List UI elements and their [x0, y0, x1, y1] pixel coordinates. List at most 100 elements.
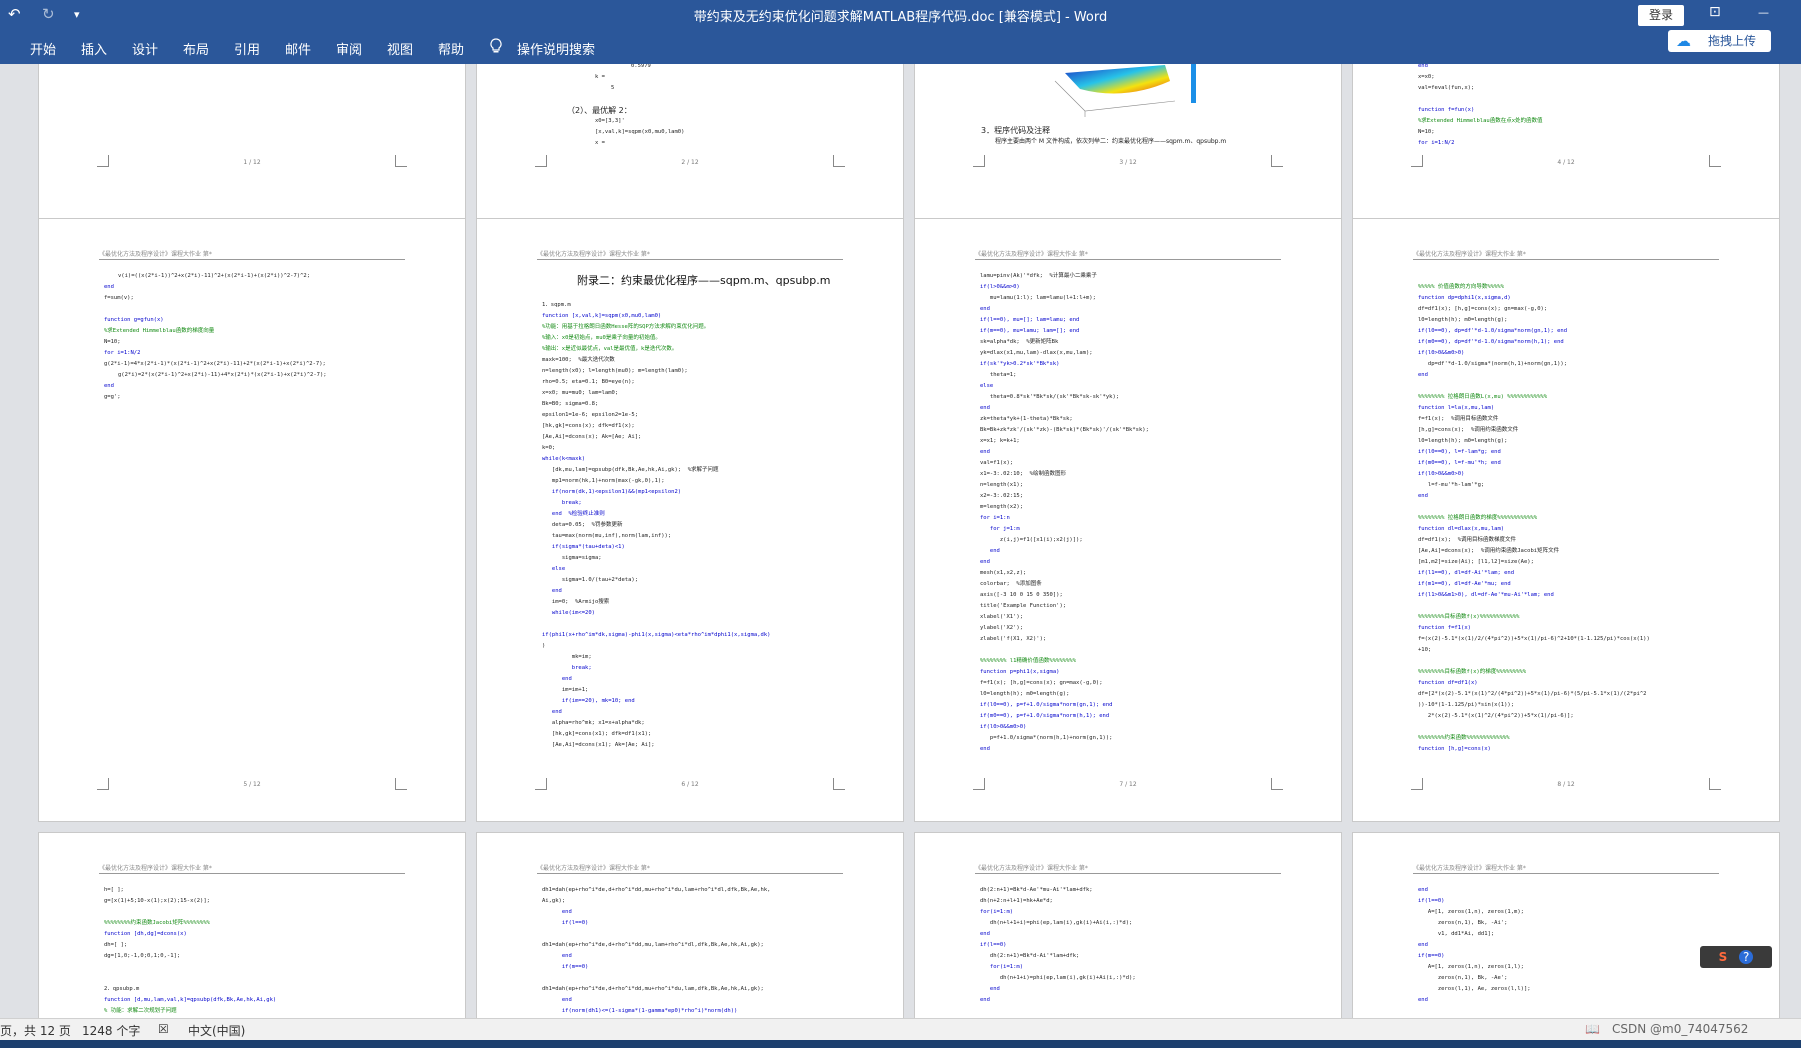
tab-design[interactable]: 设计	[132, 39, 158, 58]
code-line: l=f-mu'*h-lam'*g;	[1418, 482, 1485, 488]
help-icon[interactable]: ?	[1739, 950, 1754, 964]
page-10[interactable]: 《最优化方法及程序设计》课程大作业 第* dh1=dah(ep+rho^i*de…	[476, 832, 904, 1018]
language-indicator[interactable]: 中文(中国)	[188, 1022, 245, 1039]
code-line: epsilon1=1e-6; epsilon2=1e-5;	[542, 412, 639, 418]
code-line: end	[980, 931, 990, 937]
page-9[interactable]: 《最优化方法及程序设计》课程大作业 第* h=[ ]; g=[x(1)+5;10-…	[38, 832, 466, 1018]
code-line: function [x,val,k]=sqpm(x0,mu0,lam0)	[542, 313, 662, 319]
code-line: while(im<=20)	[542, 610, 595, 616]
code-line: end	[542, 709, 562, 715]
code-line: end	[980, 548, 1000, 554]
code-line: end	[1418, 493, 1428, 499]
page-6[interactable]: 《最优化方法及程序设计》课程大作业 第* 附录二：约束最优化程序——sqpm.m…	[476, 218, 904, 822]
code-line: dh(n+l+1+i)=phi(ep,lam(i),gk(i)+Ai(i,:)*…	[980, 920, 1133, 926]
code-line: %%%%%%%%约束函数%%%%%%%%%%%%%	[1418, 735, 1510, 741]
proofing-icon[interactable]: ☒	[158, 1022, 169, 1036]
tab-references[interactable]: 引用	[234, 39, 260, 58]
code-line: A=[1, zeros(1,n), zeros(1,m);	[1418, 909, 1524, 915]
code-line: if(l==0)	[980, 942, 1007, 948]
code-line: function [dh,dg]=dcons(x)	[104, 931, 187, 937]
code-line: rho=0.5; eta=0.1; B0=eye(n);	[542, 379, 635, 385]
code-line: yk=dlax(x1,mu,lam)-dlax(x,mu,lam);	[980, 350, 1093, 356]
corner-mark	[1411, 155, 1423, 167]
sogou-icon[interactable]: S	[1719, 950, 1728, 964]
login-button[interactable]: 登录	[1638, 5, 1684, 26]
code-line: end	[542, 676, 572, 682]
code-line: end	[1418, 997, 1428, 1003]
tab-review[interactable]: 审阅	[336, 39, 362, 58]
code-line: Bk=B0; sigma=0.8;	[542, 401, 599, 407]
tab-mailings[interactable]: 邮件	[285, 39, 311, 58]
tab-view[interactable]: 视图	[387, 39, 413, 58]
code-line: dh1=dah(ep+rho^i*de,d+rho^i*dd,mu,lam+rh…	[542, 942, 764, 948]
header-rule	[1413, 259, 1719, 260]
code-line: function [h,g]=cons(x)	[1418, 746, 1491, 752]
code-line: end	[980, 997, 990, 1003]
tell-me-search[interactable]: 操作说明搜索	[517, 39, 595, 58]
code-line: if(l==0)	[1418, 898, 1445, 904]
code-line: dg=[1,0;-1,0;0,1;0,-1];	[104, 953, 181, 959]
page-count[interactable]: 页，共 12 页	[0, 1022, 71, 1039]
code-line: for(i=1:m)	[980, 964, 1024, 970]
tab-layout[interactable]: 布局	[183, 39, 209, 58]
read-mode-icon[interactable]: 📖	[1585, 1022, 1600, 1036]
ribbon-display-options-icon[interactable]: ⊡	[1709, 4, 1721, 20]
title-bar: ↶ ↻ ▾ 带约束及无约束优化问题求解MATLAB程序代码.doc [兼容模式]…	[0, 0, 1801, 30]
code-line: if(l==0)	[542, 920, 589, 926]
tab-help[interactable]: 帮助	[438, 39, 464, 58]
code-line: %%%%%%%% 拉格朗日函数L(x,mu) %%%%%%%%%%%%	[1418, 394, 1548, 400]
tab-insert[interactable]: 插入	[81, 39, 107, 58]
page-7[interactable]: 《最优化方法及程序设计》课程大作业 第* lamu=pinv(Ak)'*dfk;…	[914, 218, 1342, 822]
word-count[interactable]: 1248 个字	[82, 1022, 140, 1039]
page-11[interactable]: 《最优化方法及程序设计》课程大作业 第* dh(2:n+1)=Bk*d-Ae'*…	[914, 832, 1342, 1018]
page-8[interactable]: 《最优化方法及程序设计》课程大作业 第* %%%%% 价值函数的方向导数%%%%…	[1352, 218, 1780, 822]
code-line: [hk,gk]=cons(x1); dfk=df1(x1);	[542, 731, 652, 737]
code-line: im=0; %Armijo搜索	[542, 599, 610, 605]
code-line: if(m0==0), dp=df'*d-1.0/sigma*norm(h,1);…	[1418, 339, 1564, 345]
code-line: function p=phi1(x,sigma)	[980, 669, 1060, 675]
header-rule	[975, 873, 1281, 874]
code-line: val=f1(x);	[980, 460, 1014, 466]
code-line: if(im==20), mk=10; end	[542, 698, 635, 704]
code-line: function [d,mu,lam,val,k]=qpsubp(dfk,Bk,…	[104, 997, 277, 1003]
baidu-upload-button[interactable]: ☁ 拖拽上传	[1668, 30, 1771, 52]
tab-home[interactable]: 开始	[30, 39, 56, 58]
code-line: end	[980, 449, 990, 455]
minimize-icon[interactable]: —	[1758, 6, 1769, 19]
code-line: zeros(l,1), Ae, zeros(l,l)];	[1418, 986, 1531, 992]
corner-mark	[1709, 778, 1721, 790]
code-line: )	[542, 643, 546, 649]
code-line: l0=length(h); m0=length(g);	[1418, 438, 1508, 444]
page-header: 《最优化方法及程序设计》课程大作业 第*	[537, 865, 650, 872]
appendix-heading: 附录二：约束最优化程序——sqpm.m、qpsubp.m	[577, 274, 831, 287]
code-line: +10;	[1418, 647, 1432, 653]
code-line: while(k<maxk)	[542, 456, 586, 462]
page-text: 1．sqpm.m function [x,val,k]=sqpm(x0,mu0,l…	[542, 289, 863, 751]
code-line: df=df1(x); %调用目标函数梯度文件	[1418, 537, 1517, 543]
lightbulb-icon[interactable]	[490, 38, 502, 58]
code-line: colorbar; %添加图条	[980, 581, 1042, 587]
code-line: end	[980, 306, 990, 312]
code-line: axis([-3 10 0 15 0 350]);	[980, 592, 1063, 598]
corner-mark	[833, 778, 845, 790]
code-line: h=[ ];	[104, 887, 124, 893]
page-5[interactable]: 《最优化方法及程序设计》课程大作业 第* v(i)=((x(2*i-1))^2+…	[38, 218, 466, 822]
page-text: dh(2:n+1)=Bk*d-Ae'*mu-Ai'*lam+dfk; dh(n+2…	[980, 885, 1301, 1006]
code-line: A=[1, zeros(1,n), zeros(1,l);	[1418, 964, 1524, 970]
code-line: zk=theta*yk+(1-theta)*Bk*sk;	[980, 416, 1073, 422]
code-line: function l=la(x,mu,lam)	[1418, 405, 1495, 411]
code-line: zlabel('f(X1, X2)');	[980, 636, 1047, 642]
ime-toolbar[interactable]: S ?	[1700, 946, 1772, 968]
page-text: %%%%% 价值函数的方向导数%%%%% function dp=dphi1(x,…	[1418, 271, 1739, 755]
code-line: if(m0==0), p=f+1.0/sigma*norm(h,1); end	[980, 713, 1110, 719]
code-line: if(norm(dk,1)<epsilon1)&&(mp1<epsilon2)	[542, 489, 682, 495]
code-line: dh(2:n+1)=Bk*d-Ae'*mu-Ai'*lam+dfk;	[980, 887, 1093, 893]
page-text: end if(l==0) A=[1, zeros(1,n), zeros(1,m)…	[1418, 885, 1739, 1006]
document-area[interactable]: 1 / 12 0.5979 k = 5 （2）、最优解 2： x0=[3,3]'…	[0, 64, 1801, 1018]
page-12[interactable]: 《最优化方法及程序设计》课程大作业 第* end if(l==0) A=[1, z…	[1352, 832, 1780, 1018]
page-header: 《最优化方法及程序设计》课程大作业 第*	[975, 251, 1088, 258]
